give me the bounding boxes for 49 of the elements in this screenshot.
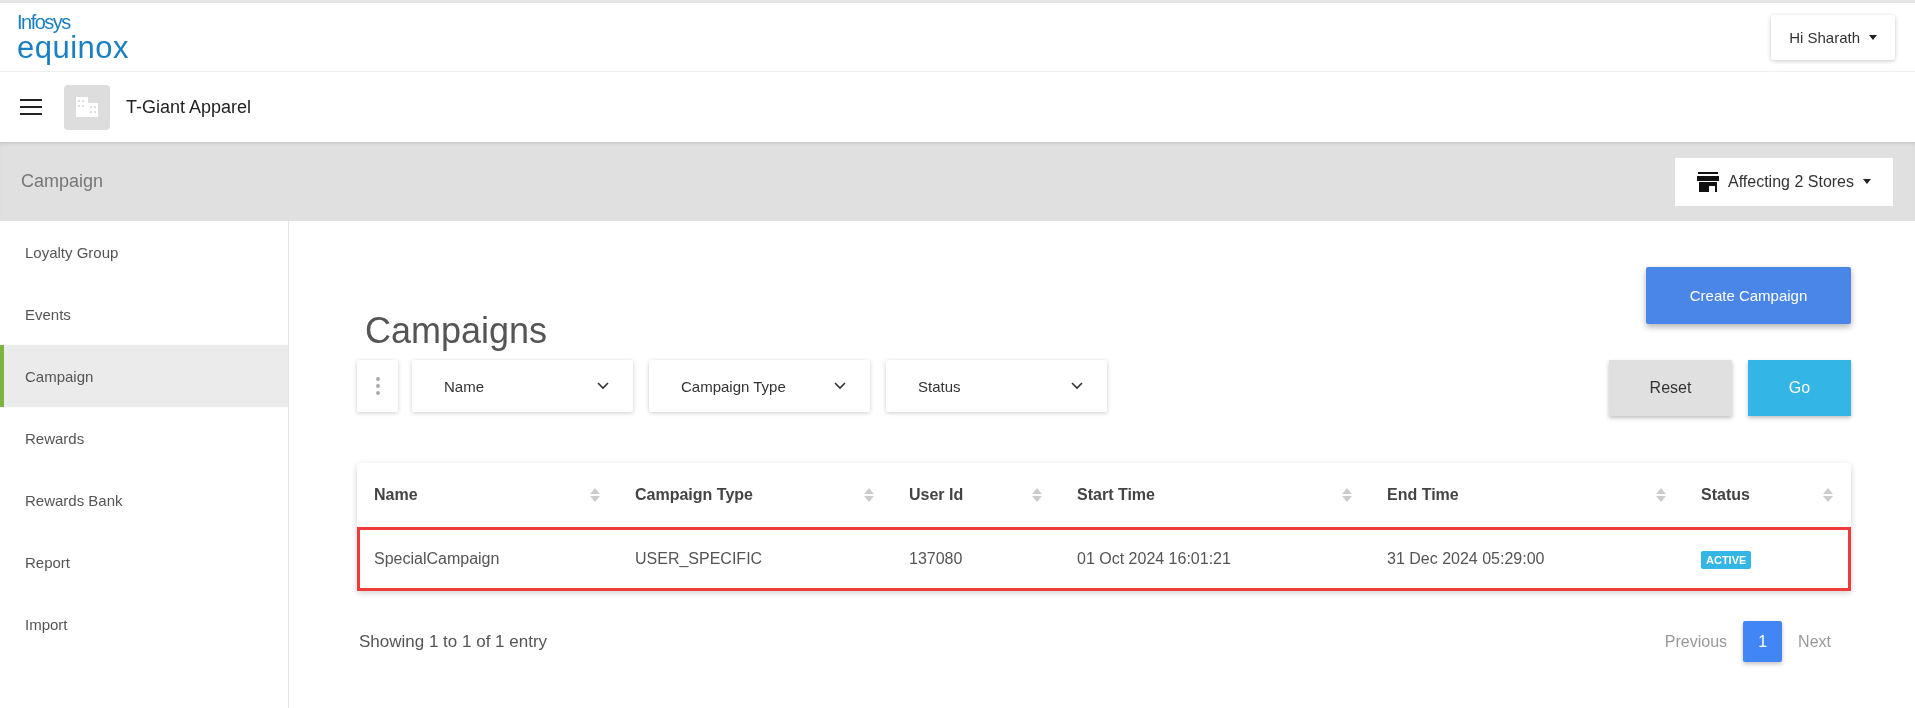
- caret-icon: [1863, 179, 1871, 184]
- menu-icon[interactable]: [20, 99, 42, 115]
- filter-dropdown[interactable]: Status: [886, 360, 1107, 412]
- sidebar-item[interactable]: Rewards: [0, 407, 288, 469]
- page-button[interactable]: 1: [1743, 621, 1783, 662]
- sort-icon[interactable]: [1823, 488, 1833, 502]
- sidebar-item[interactable]: Report: [0, 531, 288, 593]
- reset-button[interactable]: Reset: [1609, 360, 1732, 416]
- column-header[interactable]: Start Time: [1077, 486, 1155, 504]
- column-header[interactable]: User Id: [909, 486, 964, 504]
- table-cell: 31 Dec 2024 05:29:00: [1387, 550, 1545, 567]
- entries-summary: Showing 1 to 1 of 1 entry: [359, 631, 548, 652]
- column-header[interactable]: Campaign Type: [635, 486, 753, 504]
- sidebar-item[interactable]: Import: [0, 593, 288, 655]
- table-row[interactable]: SpecialCampaign USER_SPECIFIC 137080 01 Oct 2024 16:01:21 31 Dec 2024 05:29:00 ACTIVE: [357, 527, 1851, 591]
- sort-icon[interactable]: [1656, 488, 1666, 502]
- column-header[interactable]: Name: [374, 486, 418, 504]
- chevron-down-icon: [1071, 382, 1083, 390]
- sidebar-item[interactable]: Campaign: [0, 345, 288, 407]
- sidebar-item[interactable]: Loyalty Group: [0, 221, 288, 283]
- building-icon: [64, 84, 110, 130]
- column-header[interactable]: Status: [1701, 486, 1750, 504]
- company-logo: Infosys equinox: [17, 11, 130, 63]
- caret-icon: [1869, 34, 1877, 40]
- create-campaign-button[interactable]: Create Campaign: [1646, 267, 1851, 324]
- stores-dropdown-button[interactable]: Affecting 2 Stores: [1675, 157, 1893, 206]
- table-cell: USER_SPECIFIC: [635, 550, 763, 567]
- status-badge: ACTIVE: [1701, 551, 1752, 569]
- sidebar-item[interactable]: Events: [0, 283, 288, 345]
- chevron-down-icon: [834, 382, 846, 390]
- sort-icon[interactable]: [1032, 488, 1042, 502]
- table-cell: SpecialCampaign: [374, 550, 500, 567]
- store-icon: [1697, 171, 1719, 192]
- chevron-down-icon: [597, 382, 609, 390]
- sort-icon[interactable]: [590, 488, 600, 502]
- filter-dropdown[interactable]: Campaign Type: [649, 360, 870, 412]
- organization-name: T-Giant Apparel: [126, 96, 252, 118]
- more-options-button[interactable]: [357, 360, 398, 412]
- user-menu-button[interactable]: Hi Sharath: [1771, 14, 1895, 60]
- filter-dropdown[interactable]: Name: [412, 360, 633, 412]
- column-header[interactable]: End Time: [1387, 486, 1459, 504]
- page-title: Campaign: [21, 171, 104, 192]
- sort-icon[interactable]: [1342, 488, 1352, 502]
- sort-icon[interactable]: [864, 488, 874, 502]
- page-heading: Campaigns: [365, 310, 548, 352]
- table-cell: 137080: [909, 550, 963, 567]
- table-cell: 01 Oct 2024 16:01:21: [1077, 550, 1231, 567]
- more-options-icon: [375, 377, 380, 395]
- sidebar-item[interactable]: Rewards Bank: [0, 469, 288, 531]
